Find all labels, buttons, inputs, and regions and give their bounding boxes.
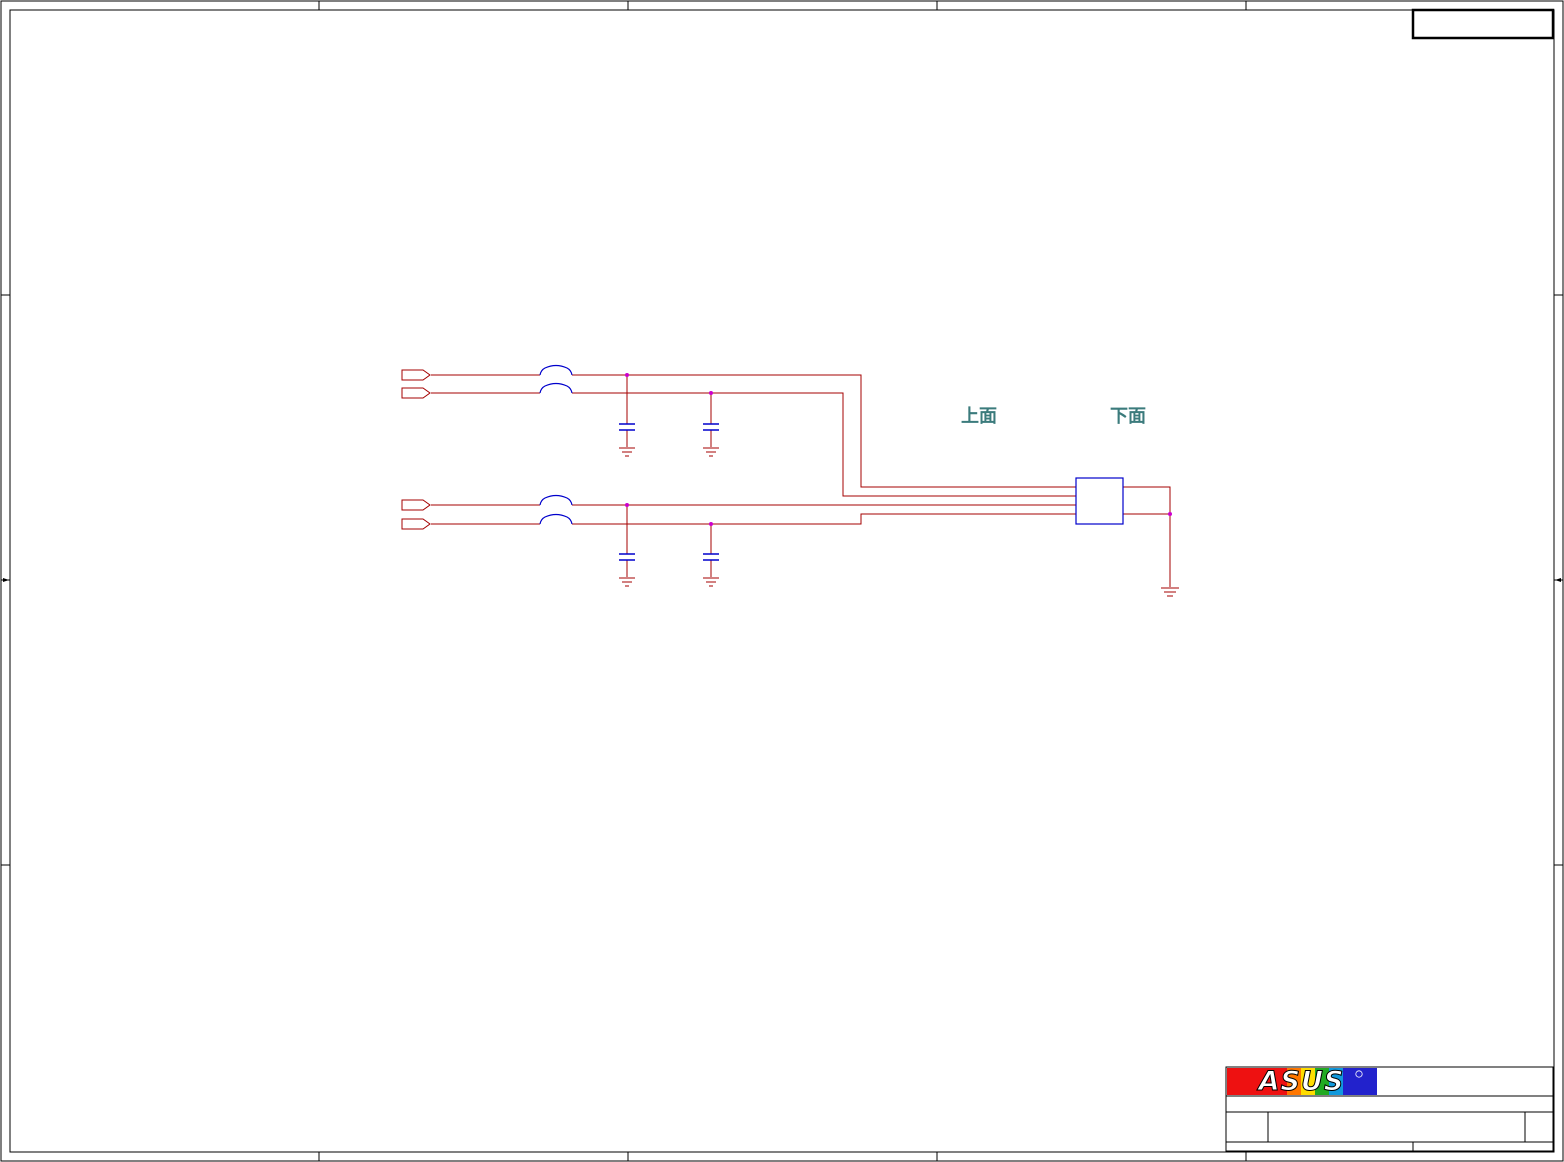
capacitor-2 [703, 423, 719, 431]
port-connector-4 [401, 518, 431, 530]
asus-logo: ASUS [1227, 1066, 1376, 1097]
sheet-border [0, 0, 1564, 1162]
schematic-sheet [0, 0, 1564, 1162]
capacitor-3 [619, 553, 635, 561]
port-connector-2 [401, 387, 431, 399]
ground-icon [619, 577, 635, 587]
port-connectors [401, 369, 431, 530]
revision-box [1411, 8, 1555, 40]
ferrite-bead-4 [539, 513, 573, 525]
ferrite-beads [539, 364, 573, 525]
capacitor-4 [703, 553, 719, 561]
junction-dots [625, 373, 1172, 526]
ferrite-bead-2 [539, 382, 573, 394]
ferrite-bead-1 [539, 364, 573, 376]
port-connector-3 [401, 499, 431, 511]
ground-icon [703, 577, 719, 587]
label-bottom-side: 下面 [1110, 406, 1146, 427]
connector-block [1075, 477, 1124, 525]
left-center-arrow [3, 578, 9, 582]
ferrite-bead-3 [539, 494, 573, 506]
ground-symbols [619, 447, 1179, 597]
capacitor-1 [619, 423, 635, 431]
capacitors [619, 423, 719, 561]
ground-icon [1161, 587, 1179, 597]
asus-logo-text: ASUS [1258, 1066, 1345, 1097]
ground-icon [619, 447, 635, 457]
ground-icon [703, 447, 719, 457]
wires [431, 374, 1171, 587]
right-center-arrow [1555, 578, 1561, 582]
label-top-side: 上面 [961, 406, 997, 427]
port-connector-1 [401, 369, 431, 381]
